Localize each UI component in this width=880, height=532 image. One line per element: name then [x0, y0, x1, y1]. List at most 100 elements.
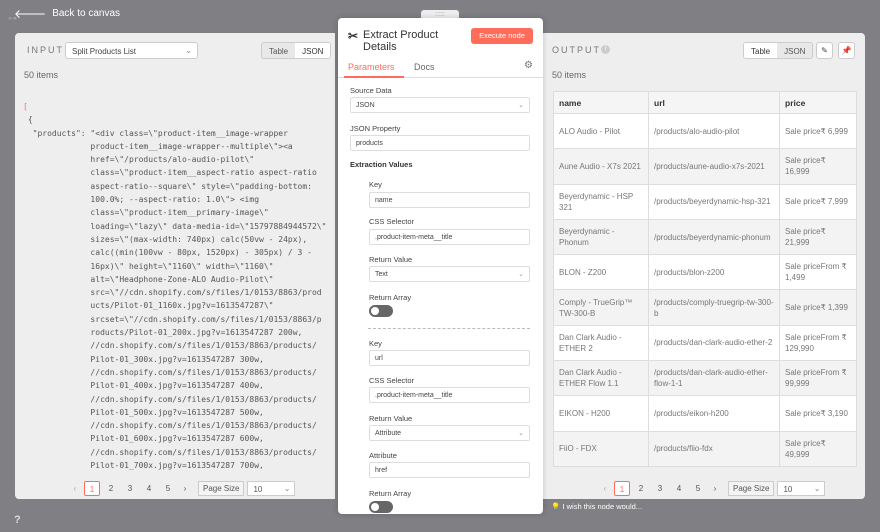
- prev-page-button[interactable]: ‹: [69, 484, 81, 493]
- page-1-button[interactable]: 1: [614, 481, 630, 496]
- attribute-input[interactable]: href: [369, 462, 530, 478]
- json-line: roducts/Pilot-01_200x.jpg?v=1613547287 2…: [23, 328, 303, 338]
- table-cell-price: Sale price₹ 7,999: [779, 183, 857, 220]
- table-cell-name: Beyerdynamic - Phonum: [553, 218, 649, 256]
- node-ghost-icon: ⊶: [8, 13, 17, 23]
- execute-node-button[interactable]: Execute node: [471, 28, 533, 44]
- next-page-button[interactable]: ›: [709, 484, 721, 493]
- active-tab-indicator: [344, 76, 404, 78]
- json-property-input[interactable]: products: [350, 135, 530, 151]
- json-line: {: [23, 115, 33, 125]
- return-array-toggle[interactable]: [369, 305, 393, 317]
- input-pagination: ‹ 1 2 3 4 5 › Page Size 10 ⌄: [69, 481, 296, 496]
- table-cell-price: Sale priceFrom ₹ 99,999: [779, 360, 857, 397]
- key-input[interactable]: url: [369, 350, 530, 366]
- table-row: Dan Clark Audio - ETHER 2/products/dan-c…: [553, 324, 857, 362]
- page-size-select[interactable]: 10 ⌄: [777, 481, 826, 496]
- output-pagination: ‹ 1 2 3 4 5 › Page Size 10 ⌄: [599, 481, 826, 496]
- table-row: ALO Audio - Pilot/products/alo-audio-pil…: [553, 112, 857, 150]
- key-input[interactable]: name: [369, 192, 530, 208]
- page-5-button[interactable]: 5: [160, 481, 176, 496]
- table-cell-price: Sale price₹ 6,999: [779, 112, 857, 150]
- key-label: Key: [369, 180, 382, 189]
- return-array-label: Return Array: [369, 489, 412, 498]
- input-table-button[interactable]: Table: [262, 43, 296, 58]
- json-line: //cdn.shopify.com/s/files/1/0153/8863/pr…: [23, 447, 317, 457]
- page-2-button[interactable]: 2: [633, 481, 649, 496]
- gear-icon[interactable]: ⚙: [524, 60, 533, 71]
- json-line: sizes=\"(max-width: 740px) calc(50vw - 2…: [23, 234, 308, 244]
- output-table-button[interactable]: Table: [744, 43, 778, 58]
- feedback-link[interactable]: 💡 I wish this node would...: [551, 502, 642, 511]
- page-3-button[interactable]: 3: [122, 481, 138, 496]
- return-value-select[interactable]: Text ⌄: [369, 266, 530, 282]
- chevron-down-icon: ⌄: [518, 271, 524, 278]
- feedback-text: I wish this node would...: [562, 502, 643, 511]
- json-line: src=\"//cdn.shopify.com/s/files/1/0153/8…: [23, 288, 322, 298]
- json-line: //cdn.shopify.com/s/files/1/0153/8863/pr…: [23, 341, 317, 351]
- pin-icon[interactable]: 📌: [838, 42, 855, 59]
- back-to-canvas-link[interactable]: 🡐 Back to canvas: [14, 6, 120, 21]
- next-page-button[interactable]: ›: [179, 484, 191, 493]
- output-panel: OUTPUT i Table JSON ✎ 📌 50 items name ur…: [543, 33, 865, 499]
- table-cell-name: BLON - Z200: [553, 254, 649, 291]
- input-json-button[interactable]: JSON: [295, 43, 331, 58]
- json-line: href=\"/products/alo-audio-pilot\": [23, 155, 255, 165]
- info-icon[interactable]: i: [601, 45, 610, 54]
- return-array-toggle[interactable]: [369, 501, 393, 513]
- edit-icon[interactable]: ✎: [816, 42, 833, 59]
- page-size-select[interactable]: 10 ⌄: [247, 481, 296, 496]
- source-data-select[interactable]: JSON ⌄: [350, 97, 530, 113]
- page-1-button[interactable]: 1: [84, 481, 100, 496]
- table-cell-price: Sale priceFrom ₹ 129,990: [779, 324, 857, 362]
- table-cell-url: /products/comply-truegrip-tw-300-b: [648, 289, 780, 326]
- input-source-select[interactable]: Split Products List ⌄: [65, 42, 198, 59]
- json-line: class=\"product-item__primary-image\": [23, 208, 269, 218]
- tab-docs[interactable]: Docs: [414, 62, 435, 72]
- css-selector-label: CSS Selector: [369, 217, 415, 226]
- chevron-down-icon: ⌄: [518, 102, 524, 109]
- table-cell-name: FiiO - FDX: [553, 430, 649, 467]
- page-4-button[interactable]: 4: [141, 481, 157, 496]
- node-title[interactable]: Extract Product Details: [363, 29, 463, 53]
- table-cell-name: ALO Audio - Pilot: [553, 112, 649, 150]
- table-cell-price: Sale price₹ 21,999: [779, 218, 857, 256]
- table-cell-name: Dan Clark Audio - ETHER Flow 1.1: [553, 360, 649, 397]
- return-value-label: Return Value: [369, 414, 413, 423]
- output-json-button[interactable]: JSON: [777, 43, 813, 58]
- prev-page-button[interactable]: ‹: [599, 484, 611, 493]
- table-cell-url: /products/dan-clark-audio-ether-2: [648, 324, 780, 362]
- table-cell-price: Sale price₹ 16,999: [779, 148, 857, 185]
- table-cell-url: /products/alo-audio-pilot: [648, 112, 780, 150]
- help-icon[interactable]: ?: [14, 514, 21, 526]
- json-line: aspect-ratio--square\" style=\"padding-b…: [23, 181, 312, 191]
- json-line: Pilot-01_500x.jpg?v=1613547287 500w,: [23, 407, 264, 417]
- json-line: //cdn.shopify.com/s/files/1/0153/8863/pr…: [23, 367, 317, 377]
- css-selector-input[interactable]: .product-item-meta__title: [369, 387, 530, 403]
- source-data-value: JSON: [356, 102, 375, 109]
- return-value-select[interactable]: Attribute ⌄: [369, 425, 530, 441]
- tab-parameters[interactable]: Parameters: [348, 62, 395, 72]
- page-5-button[interactable]: 5: [690, 481, 706, 496]
- table-cell-name: Dan Clark Audio - ETHER 2: [553, 324, 649, 362]
- page-size-value: 10: [253, 485, 263, 494]
- return-array-label: Return Array: [369, 293, 412, 302]
- input-item-count: 50 items: [24, 70, 59, 80]
- chevron-down-icon: ⌄: [283, 484, 291, 493]
- css-selector-input[interactable]: .product-item-meta__title: [369, 229, 530, 245]
- return-value-value: Attribute: [375, 430, 402, 437]
- source-data-label: Source Data: [350, 86, 392, 95]
- output-view-toggle: Table JSON: [743, 42, 814, 59]
- page-3-button[interactable]: 3: [652, 481, 668, 496]
- table-cell-price: Sale price₹ 3,190: [779, 395, 857, 432]
- column-header-price: price: [779, 91, 857, 114]
- page-4-button[interactable]: 4: [671, 481, 687, 496]
- page-2-button[interactable]: 2: [103, 481, 119, 496]
- chevron-down-icon: ⌄: [518, 430, 524, 437]
- table-cell-url: /products/eikon-h200: [648, 395, 780, 432]
- table-row: Beyerdynamic - HSP 321/products/beyerdyn…: [553, 183, 857, 220]
- arrow-left-icon: 🡐: [14, 7, 47, 21]
- json-line: //cdn.shopify.com/s/files/1/0153/8863/pr…: [23, 394, 317, 404]
- key-label: Key: [369, 339, 382, 348]
- table-cell-url: /products/fiio-fdx: [648, 430, 780, 467]
